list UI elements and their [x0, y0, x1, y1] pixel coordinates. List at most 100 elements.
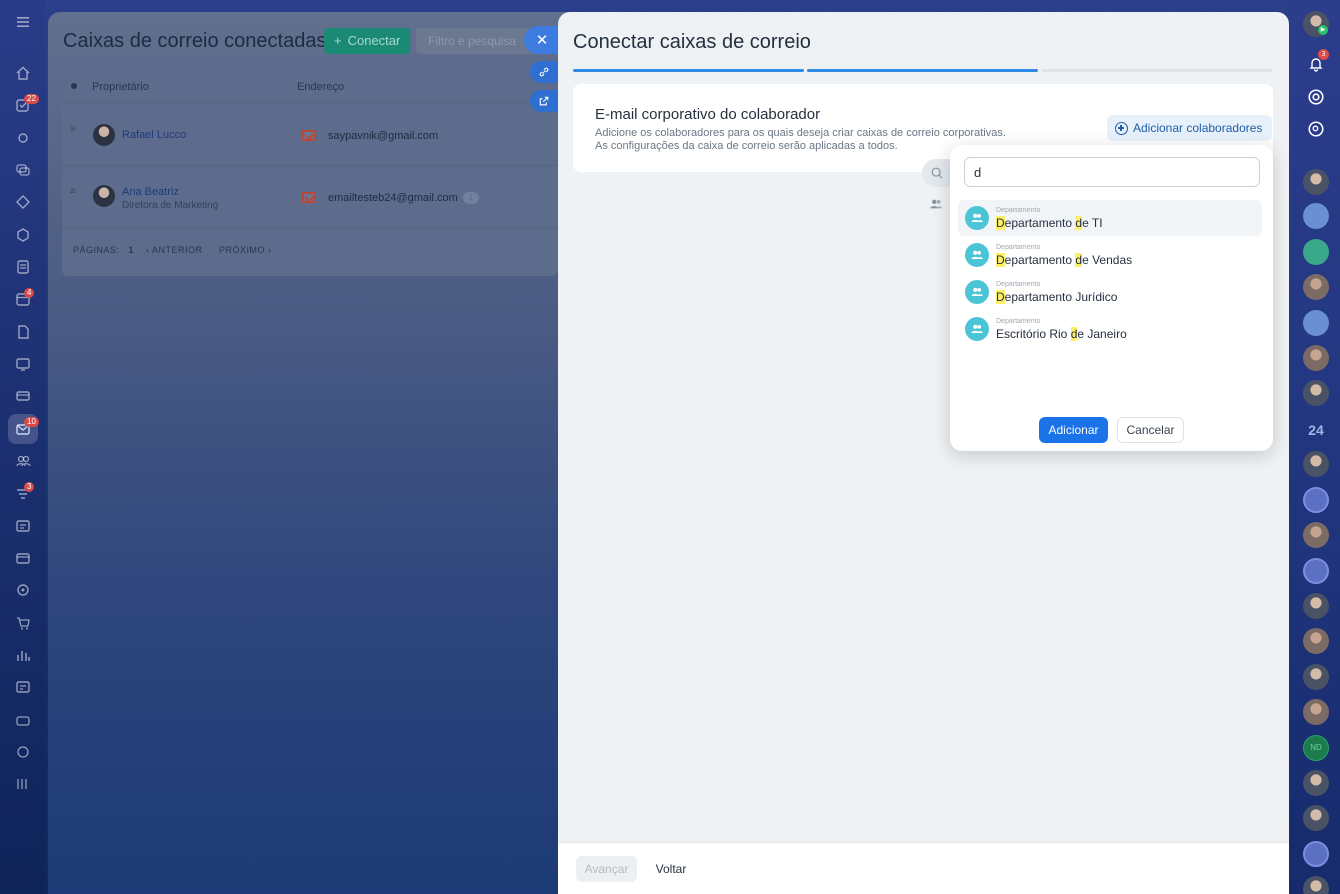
chat-avatar[interactable] — [1303, 593, 1329, 619]
close-icon: ✕ — [535, 32, 549, 49]
contacts-icon[interactable] — [14, 452, 32, 470]
file-icon[interactable] — [14, 323, 32, 341]
chat-avatar[interactable] — [1303, 628, 1329, 654]
avatar — [93, 124, 115, 146]
chat-avatar[interactable] — [1303, 664, 1329, 690]
close-slider-button[interactable]: ✕ — [524, 26, 560, 54]
result-caption: Departamento — [996, 244, 1041, 251]
chat-avatar[interactable] — [1303, 345, 1329, 371]
notifications-badge: 3 — [1318, 49, 1329, 60]
entity-selector-popup: DepartamentoDepartamento de TIDepartamen… — [950, 145, 1273, 451]
store-icon[interactable] — [14, 549, 32, 567]
knowledge-icon[interactable] — [14, 743, 32, 761]
chat-avatar[interactable] — [1303, 169, 1329, 195]
result-name: Departamento de Vendas — [996, 253, 1132, 267]
table-divider — [62, 228, 558, 229]
department-icon — [965, 317, 989, 341]
chat-avatar[interactable] — [1303, 451, 1329, 477]
sites-icon[interactable] — [14, 517, 32, 535]
chat-avatar[interactable] — [1303, 770, 1329, 796]
chat-avatar[interactable] — [1303, 310, 1329, 336]
result-name-text: e TI — [1082, 216, 1103, 230]
gmail-icon — [302, 192, 316, 203]
result-name-text: e Janeiro — [1077, 327, 1127, 341]
owner-link[interactable]: Ana Beatriz — [122, 186, 179, 198]
chat-avatar[interactable] — [1303, 203, 1329, 229]
cart-icon[interactable] — [14, 614, 32, 632]
prev-page-link[interactable]: ‹ ANTERIOR — [146, 245, 203, 255]
owner-link[interactable]: Rafael Lucco — [122, 129, 186, 141]
mailbox-table — [62, 70, 558, 276]
column-header-address[interactable]: Endereço — [297, 81, 344, 93]
card-title: E-mail corporativo do colaborador — [595, 106, 821, 123]
next-page-link[interactable]: PRÓXIMO › — [219, 245, 272, 255]
menu-icon[interactable] — [14, 13, 32, 31]
mail-badge: 10 — [24, 417, 39, 427]
crm-icon[interactable] — [14, 193, 32, 211]
table-divider — [62, 165, 558, 166]
group-chat-icon[interactable] — [1303, 487, 1329, 513]
chat-avatar[interactable] — [1303, 239, 1329, 265]
bitrix24-chat-icon[interactable]: 24 — [1303, 417, 1329, 443]
online-status-icon: ▶ — [1318, 25, 1328, 35]
chat-icon[interactable] — [14, 161, 32, 179]
groups-icon[interactable] — [14, 711, 32, 729]
apps-icon[interactable] — [14, 775, 32, 793]
settings-hex-icon[interactable] — [14, 226, 32, 244]
analytics-icon[interactable] — [14, 646, 32, 664]
add-button[interactable]: Adicionar — [1039, 417, 1108, 443]
chat-avatar[interactable] — [1303, 380, 1329, 406]
gmail-icon — [302, 130, 316, 141]
column-header-owner[interactable]: Proprietário — [92, 81, 149, 93]
department-result-item[interactable]: Departamento Departamento de TI — [958, 200, 1262, 236]
cancel-button[interactable]: Cancelar — [1117, 417, 1184, 443]
result-name-text: e Vendas — [1082, 253, 1133, 267]
prev-label: ANTERIOR — [152, 245, 203, 255]
mailbox-address: saypavnik@gmail.com — [328, 130, 439, 142]
next-button[interactable]: Avançar — [576, 856, 637, 882]
home-icon[interactable] — [14, 64, 32, 82]
copy-link-button[interactable] — [530, 61, 558, 83]
connect-button[interactable]: + Conectar — [324, 28, 411, 54]
automation-icon[interactable] — [14, 581, 32, 599]
back-button[interactable]: Voltar — [646, 856, 696, 882]
department-result-item[interactable]: Departamento Escritório Rio de Janeiro — [958, 311, 1262, 347]
card-icon[interactable] — [14, 387, 32, 405]
document-icon[interactable] — [14, 258, 32, 276]
search-match-highlight: D — [996, 216, 1005, 230]
department-result-item[interactable]: Departamento Departamento Jurídico — [958, 274, 1262, 310]
terminal-icon[interactable] — [14, 678, 32, 696]
plus-icon: + — [334, 33, 342, 48]
table-settings-icon[interactable] — [68, 80, 80, 92]
mailbox-count-badge: 1 — [463, 192, 479, 204]
wizard-step-3 — [1042, 69, 1273, 72]
page-title: Caixas de correio conectadas — [63, 30, 327, 52]
department-result-item[interactable]: Departamento Departamento de Vendas — [958, 237, 1262, 273]
group-chat-icon[interactable] — [1303, 558, 1329, 584]
sparkle-icon[interactable] — [14, 129, 32, 147]
pager-label: PÁGINAS: 1 — [73, 245, 134, 255]
panel-title: Conectar caixas de correio — [573, 31, 811, 53]
link-icon — [539, 67, 549, 77]
chat-avatar[interactable] — [1303, 699, 1329, 725]
drag-handle-icon[interactable]: ≡ — [70, 186, 76, 197]
search-chat-icon[interactable] — [1303, 116, 1329, 142]
copilot-icon[interactable] — [1303, 84, 1329, 110]
users-icon[interactable] — [928, 197, 944, 216]
chat-avatar[interactable] — [1303, 805, 1329, 831]
group-chat-icon[interactable] — [1303, 841, 1329, 867]
add-collaborators-button[interactable]: Adicionar colaboradores — [1107, 115, 1273, 141]
user-initials-avatar[interactable]: ND — [1303, 735, 1329, 761]
panel-footer: Avançar Voltar — [558, 842, 1289, 894]
search-match-highlight: D — [996, 253, 1005, 267]
result-name: Escritório Rio de Janeiro — [996, 327, 1127, 341]
chat-avatar[interactable] — [1303, 522, 1329, 548]
search-icon[interactable] — [922, 159, 952, 187]
open-new-window-button[interactable] — [530, 90, 558, 112]
board-icon[interactable] — [14, 355, 32, 373]
selector-search-input[interactable] — [964, 157, 1260, 187]
connect-button-label: Conectar — [347, 33, 401, 48]
drag-handle-icon[interactable]: ≡ — [70, 124, 76, 135]
department-icon — [965, 206, 989, 230]
chat-avatar[interactable] — [1303, 274, 1329, 300]
